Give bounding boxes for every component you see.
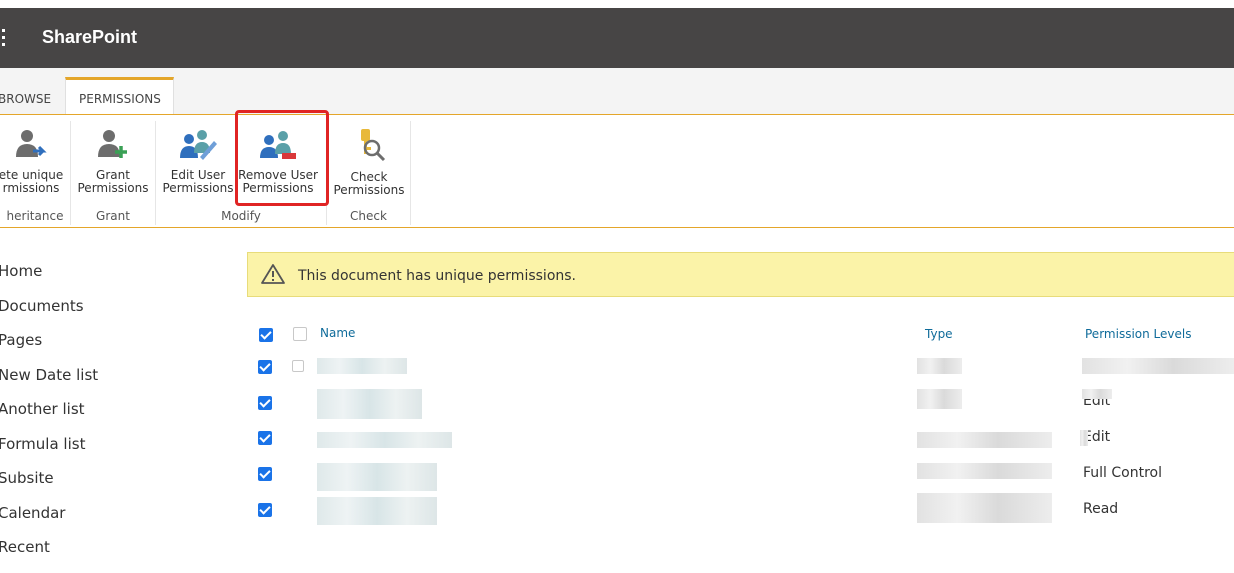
app-launcher-icon[interactable] bbox=[0, 29, 12, 49]
redacted-overlay bbox=[1080, 430, 1088, 446]
edit-user-line2: Permissions bbox=[162, 181, 234, 195]
edit-user-permissions-icon bbox=[180, 130, 217, 160]
group-label-check: Check bbox=[350, 209, 387, 223]
redacted-type bbox=[917, 463, 1052, 479]
row-checkbox[interactable] bbox=[258, 503, 272, 517]
redacted-name bbox=[317, 463, 437, 491]
redacted-type bbox=[917, 389, 962, 409]
redacted-permission bbox=[1082, 358, 1234, 374]
grant-line2: Permissions bbox=[77, 181, 149, 195]
top-strip bbox=[0, 0, 1234, 8]
tab-permissions-label: PERMISSIONS bbox=[79, 92, 161, 106]
header-row-checkbox[interactable] bbox=[293, 327, 307, 341]
row-checkbox[interactable] bbox=[258, 431, 272, 445]
delete-unique-line2: rmissions bbox=[2, 181, 60, 195]
row-checkbox[interactable] bbox=[258, 467, 272, 481]
left-navigation: Home Documents Pages New Date list Anoth… bbox=[0, 262, 98, 573]
tab-permissions[interactable]: PERMISSIONS bbox=[65, 77, 174, 114]
redacted-name bbox=[317, 358, 407, 374]
nav-item-calendar[interactable]: Calendar bbox=[0, 504, 98, 539]
redacted-overlay bbox=[1082, 389, 1112, 399]
nav-item-home[interactable]: Home bbox=[0, 262, 98, 297]
group-label-grant: Grant bbox=[96, 209, 130, 223]
nav-item-pages[interactable]: Pages bbox=[0, 331, 98, 366]
edit-user-permissions-button[interactable]: Edit User Permissions bbox=[162, 121, 234, 195]
nav-item-another-list[interactable]: Another list bbox=[0, 400, 98, 435]
check-line2: Permissions bbox=[333, 183, 405, 197]
delete-unique-permissions-button[interactable]: ete unique rmissions bbox=[0, 121, 70, 195]
group-check: Check Permissions Check bbox=[327, 121, 411, 225]
nav-item-subsite[interactable]: Subsite bbox=[0, 469, 98, 504]
highlight-box bbox=[235, 110, 329, 206]
status-banner: This document has unique permissions. bbox=[247, 252, 1234, 297]
group-label-inheritance: heritance bbox=[6, 209, 64, 223]
select-all-checkbox[interactable] bbox=[259, 328, 273, 342]
nav-item-documents[interactable]: Documents bbox=[0, 297, 98, 332]
warning-icon bbox=[261, 264, 285, 284]
grant-permissions-icon bbox=[98, 130, 127, 158]
group-grant: Grant Permissions Grant bbox=[71, 121, 156, 225]
check-permissions-button[interactable]: Check Permissions bbox=[329, 121, 409, 197]
group-inheritance: ete unique rmissions heritance bbox=[0, 121, 71, 225]
row-checkbox[interactable] bbox=[258, 396, 272, 410]
grant-permissions-button[interactable]: Grant Permissions bbox=[75, 121, 151, 195]
row-select-box[interactable] bbox=[292, 360, 304, 372]
permission-level-text: Read bbox=[1083, 501, 1119, 517]
ribbon-tab-row: BROWSE PERMISSIONS bbox=[0, 68, 1234, 115]
redacted-type bbox=[917, 432, 1052, 448]
redacted-type bbox=[917, 493, 1052, 523]
redacted-name bbox=[317, 497, 437, 525]
delete-unique-permissions-icon bbox=[16, 130, 47, 157]
column-header-type[interactable]: Type bbox=[925, 327, 953, 341]
nav-item-formula-list[interactable]: Formula list bbox=[0, 435, 98, 470]
brand-title[interactable]: SharePoint bbox=[42, 27, 137, 48]
check-permissions-icon bbox=[361, 129, 386, 162]
group-label-modify: Modify bbox=[221, 209, 261, 223]
nav-item-new-date-list[interactable]: New Date list bbox=[0, 366, 98, 401]
column-header-name[interactable]: Name bbox=[320, 326, 355, 340]
column-header-permission-levels[interactable]: Permission Levels bbox=[1085, 327, 1191, 341]
permission-level-text: Full Control bbox=[1083, 465, 1162, 481]
ribbon: ete unique rmissions heritance Grant Per… bbox=[0, 115, 1234, 228]
tab-browse[interactable]: BROWSE bbox=[0, 92, 51, 106]
suite-bar: SharePoint bbox=[0, 8, 1234, 68]
banner-text: This document has unique permissions. bbox=[298, 268, 576, 284]
redacted-type bbox=[917, 358, 962, 374]
row-checkbox[interactable] bbox=[258, 360, 272, 374]
redacted-name bbox=[317, 389, 422, 419]
nav-item-recent[interactable]: Recent bbox=[0, 538, 98, 573]
redacted-name bbox=[317, 432, 452, 448]
